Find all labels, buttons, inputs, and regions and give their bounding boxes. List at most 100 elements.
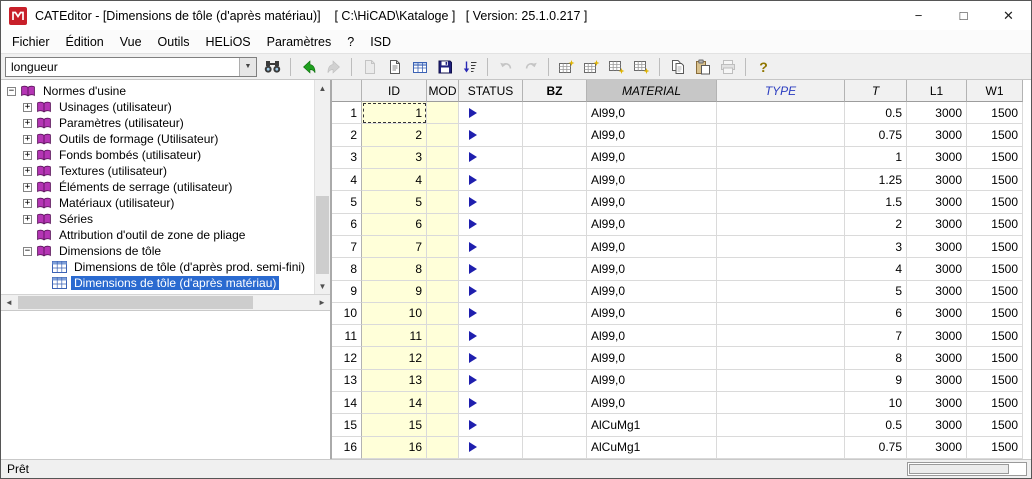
bz-cell[interactable] — [523, 191, 587, 213]
menu-item-isd[interactable]: ISD — [362, 32, 399, 52]
column-header-mod[interactable]: MOD — [427, 80, 459, 102]
paste-button[interactable] — [691, 56, 714, 78]
open-document-button[interactable] — [383, 56, 406, 78]
tree-item-materiaux[interactable]: +Matériaux (utilisateur) — [1, 195, 314, 211]
row-number-cell[interactable]: 8 — [332, 258, 362, 280]
l1-cell[interactable]: 3000 — [907, 214, 967, 236]
column-header-status[interactable]: STATUS — [459, 80, 523, 102]
expand-icon[interactable]: + — [23, 135, 32, 144]
scroll-right-icon[interactable]: ► — [314, 295, 330, 310]
type-cell[interactable] — [717, 147, 845, 169]
collapse-icon[interactable]: − — [7, 87, 16, 96]
bz-cell[interactable] — [523, 303, 587, 325]
row-number-cell[interactable]: 7 — [332, 236, 362, 258]
l1-cell[interactable]: 3000 — [907, 236, 967, 258]
bz-cell[interactable] — [523, 124, 587, 146]
status-cell[interactable] — [459, 191, 523, 213]
bz-cell[interactable] — [523, 325, 587, 347]
search-combobox[interactable]: longueur ▼ — [5, 57, 257, 77]
w1-cell[interactable]: 1500 — [967, 303, 1023, 325]
bz-cell[interactable] — [523, 347, 587, 369]
w1-cell[interactable]: 1500 — [967, 392, 1023, 414]
tree-item-parametres[interactable]: +Paramètres (utilisateur) — [1, 115, 314, 131]
mod-cell[interactable] — [427, 214, 459, 236]
row-number-cell[interactable]: 2 — [332, 124, 362, 146]
row-number-cell[interactable]: 1 — [332, 102, 362, 124]
t-cell[interactable]: 7 — [845, 325, 907, 347]
material-cell[interactable]: AlCuMg1 — [587, 414, 717, 436]
menu-item-aide[interactable]: ? — [339, 32, 362, 52]
id-cell[interactable]: 11 — [362, 325, 427, 347]
t-cell[interactable]: 4 — [845, 258, 907, 280]
scroll-left-icon[interactable]: ◄ — [1, 295, 17, 310]
type-cell[interactable] — [717, 414, 845, 436]
nav-back-button[interactable] — [297, 56, 320, 78]
column-header-bz[interactable]: BZ — [523, 80, 587, 102]
material-cell[interactable]: Al99,0 — [587, 214, 717, 236]
t-cell[interactable]: 9 — [845, 370, 907, 392]
t-cell[interactable]: 0.75 — [845, 124, 907, 146]
tree-item-series[interactable]: +Séries — [1, 211, 314, 227]
material-cell[interactable]: Al99,0 — [587, 347, 717, 369]
id-cell[interactable]: 3 — [362, 147, 427, 169]
bz-cell[interactable] — [523, 281, 587, 303]
status-cell[interactable] — [459, 258, 523, 280]
mod-cell[interactable] — [427, 303, 459, 325]
bz-cell[interactable] — [523, 392, 587, 414]
status-cell[interactable] — [459, 214, 523, 236]
material-cell[interactable]: Al99,0 — [587, 236, 717, 258]
row-number-cell[interactable]: 3 — [332, 147, 362, 169]
mod-cell[interactable] — [427, 258, 459, 280]
column-header-material[interactable]: MATERIAL — [587, 80, 717, 102]
tree-item-attribution-outil-zone-pliage[interactable]: Attribution d'outil de zone de pliage — [1, 227, 314, 243]
mod-cell[interactable] — [427, 392, 459, 414]
scroll-up-icon[interactable]: ▲ — [315, 80, 330, 96]
combobox-value[interactable]: longueur — [6, 60, 239, 74]
material-cell[interactable]: Al99,0 — [587, 102, 717, 124]
material-cell[interactable]: Al99,0 — [587, 169, 717, 191]
type-cell[interactable] — [717, 236, 845, 258]
w1-cell[interactable]: 1500 — [967, 325, 1023, 347]
type-cell[interactable] — [717, 392, 845, 414]
help-button[interactable]: ? — [752, 56, 775, 78]
l1-cell[interactable]: 3000 — [907, 147, 967, 169]
tree-item-fonds-bombes[interactable]: +Fonds bombés (utilisateur) — [1, 147, 314, 163]
status-cell[interactable] — [459, 392, 523, 414]
t-cell[interactable]: 5 — [845, 281, 907, 303]
tree-item-dim-tole-prod-semi-fini[interactable]: Dimensions de tôle (d'après prod. semi-f… — [1, 259, 314, 275]
t-cell[interactable]: 1.5 — [845, 191, 907, 213]
menu-item-helios[interactable]: HELiOS — [197, 32, 258, 52]
t-cell[interactable]: 0.5 — [845, 414, 907, 436]
t-cell[interactable]: 8 — [845, 347, 907, 369]
mod-cell[interactable] — [427, 437, 459, 459]
type-cell[interactable] — [717, 258, 845, 280]
row-number-cell[interactable]: 16 — [332, 437, 362, 459]
row-number-cell[interactable]: 14 — [332, 392, 362, 414]
tree-item-outils-de-formage[interactable]: +Outils de formage (Utilisateur) — [1, 131, 314, 147]
l1-cell[interactable]: 3000 — [907, 347, 967, 369]
column-header-t[interactable]: T — [845, 80, 907, 102]
mod-cell[interactable] — [427, 414, 459, 436]
type-cell[interactable] — [717, 214, 845, 236]
scrollbar-thumb[interactable] — [18, 296, 253, 309]
status-cell[interactable] — [459, 370, 523, 392]
type-cell[interactable] — [717, 325, 845, 347]
row-number-cell[interactable]: 6 — [332, 214, 362, 236]
t-cell[interactable]: 0.5 — [845, 102, 907, 124]
bz-cell[interactable] — [523, 437, 587, 459]
id-cell[interactable]: 12 — [362, 347, 427, 369]
type-cell[interactable] — [717, 169, 845, 191]
scrollbar-thumb[interactable] — [909, 464, 1009, 474]
bz-cell[interactable] — [523, 147, 587, 169]
row-number-cell[interactable]: 4 — [332, 169, 362, 191]
insert-column-button[interactable] — [605, 56, 628, 78]
tree-item-dimensions-de-tole[interactable]: −Dimensions de tôle — [1, 243, 314, 259]
sort-button[interactable] — [458, 56, 481, 78]
tree-item-elements-de-serrage[interactable]: +Éléments de serrage (utilisateur) — [1, 179, 314, 195]
type-cell[interactable] — [717, 437, 845, 459]
l1-cell[interactable]: 3000 — [907, 169, 967, 191]
bz-cell[interactable] — [523, 214, 587, 236]
id-cell[interactable]: 13 — [362, 370, 427, 392]
bz-cell[interactable] — [523, 236, 587, 258]
status-cell[interactable] — [459, 281, 523, 303]
